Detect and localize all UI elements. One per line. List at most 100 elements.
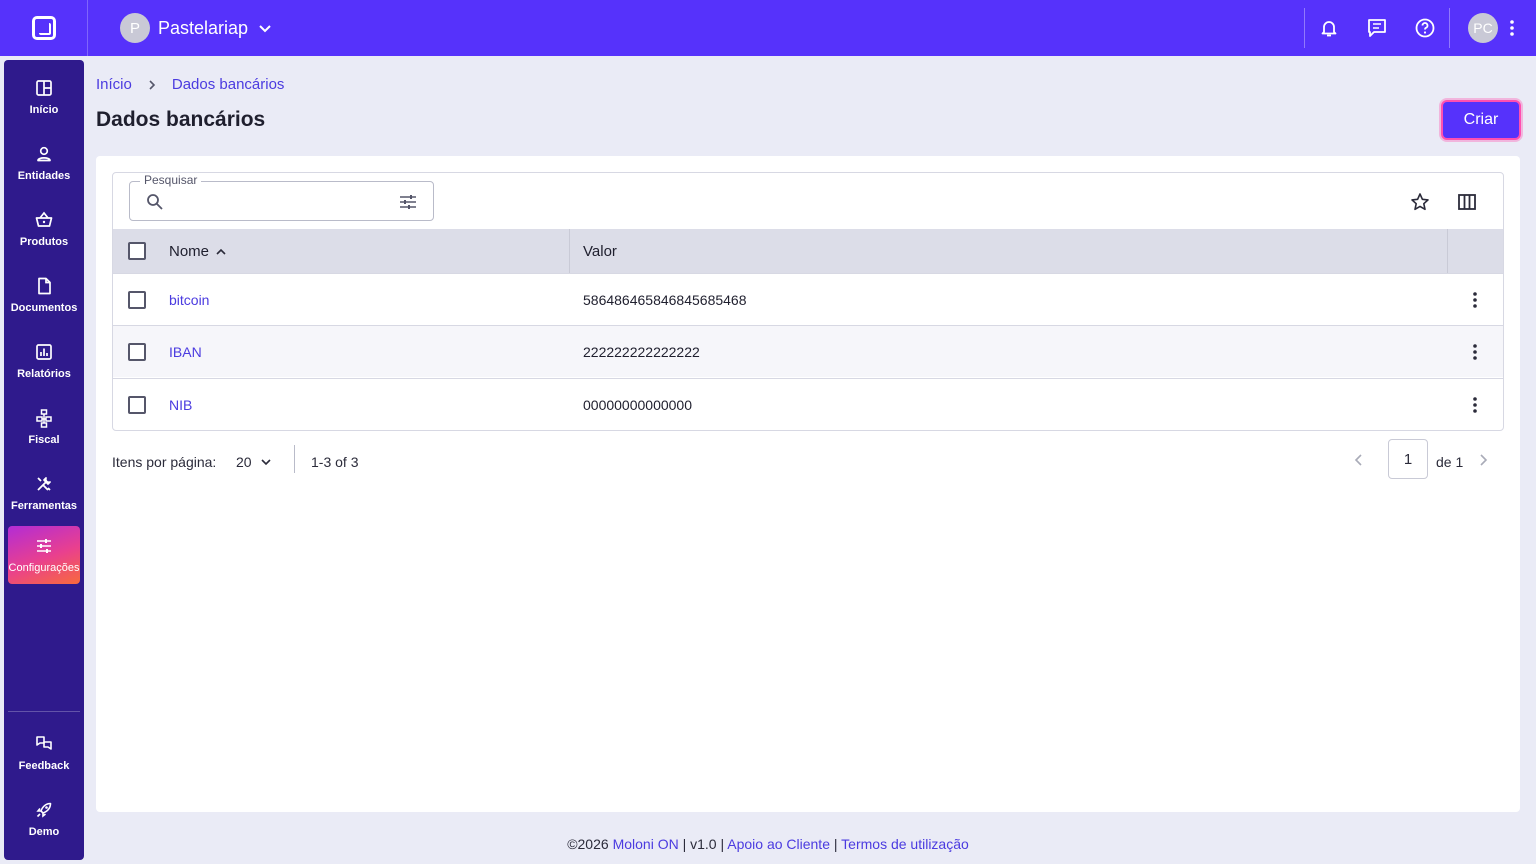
- messages-button[interactable]: [1353, 0, 1401, 56]
- person-icon: [37, 146, 51, 162]
- footer-separator: |: [682, 836, 687, 852]
- brand-link[interactable]: Moloni ON: [613, 836, 679, 852]
- company-selector[interactable]: P Pastelariap: [120, 13, 272, 43]
- row-value: 00000000000000: [583, 396, 693, 413]
- more-vertical-icon: [1510, 20, 1514, 36]
- sidebar-item-label: Feedback: [18, 760, 70, 772]
- document-icon: [38, 277, 51, 295]
- chevron-left-icon[interactable]: [1350, 451, 1368, 469]
- dashboard-icon: [36, 80, 52, 96]
- row-checkbox[interactable]: [128, 342, 146, 361]
- chevron-down-icon: [261, 459, 271, 466]
- footer-separator: |: [833, 836, 838, 852]
- row-value: 222222222222222: [583, 343, 700, 360]
- divider: [1447, 229, 1448, 273]
- row-name-link[interactable]: bitcoin: [169, 292, 209, 308]
- page-range: 1-3 of 3: [311, 454, 359, 470]
- chat-icon: [1368, 19, 1386, 37]
- user-avatar[interactable]: PC: [1468, 13, 1498, 43]
- pagination: Itens por página: 20 1-3 of 3 1 de 1: [112, 439, 1504, 483]
- footer-separator: |: [720, 836, 725, 852]
- row-checkbox[interactable]: [128, 290, 146, 309]
- row-value: 586486465846845685468: [583, 291, 747, 308]
- hierarchy-icon: [36, 409, 52, 428]
- chevron-right-icon: [149, 79, 155, 90]
- sidebar-divider: [8, 711, 80, 712]
- filter-icon[interactable]: [398, 192, 418, 212]
- sidebar-item-entidades[interactable]: Entidades: [8, 134, 80, 192]
- page-title: Dados bancários: [96, 108, 266, 131]
- help-icon: [1415, 18, 1435, 38]
- sidebar-item-fiscal[interactable]: Fiscal: [8, 398, 80, 456]
- feedback-icon: [36, 736, 52, 750]
- company-avatar: P: [120, 13, 150, 43]
- copyright: ©2026: [567, 836, 609, 852]
- sidebar-item-produtos[interactable]: Produtos: [8, 200, 80, 258]
- user-menu-button[interactable]: [1498, 20, 1526, 36]
- terms-link[interactable]: Termos de utilização: [841, 836, 969, 852]
- app-logo[interactable]: [0, 0, 88, 56]
- content-card: Pesquisar Nome Valor bitcoin 58648646584…: [96, 156, 1520, 812]
- divider: [569, 229, 570, 273]
- breadcrumb: Início Dados bancários: [96, 76, 284, 93]
- items-per-page-label: Itens por página:: [112, 454, 217, 470]
- columns-icon[interactable]: [1456, 191, 1478, 213]
- support-link[interactable]: Apoio ao Cliente: [727, 836, 830, 852]
- search-field[interactable]: Pesquisar: [129, 173, 434, 221]
- star-icon[interactable]: [1409, 191, 1431, 213]
- breadcrumb-home[interactable]: Início: [96, 76, 132, 93]
- sidebar-item-ferramentas[interactable]: Ferramentas: [8, 464, 80, 522]
- sidebar-item-label: Fiscal: [28, 434, 60, 446]
- page-total: de 1: [1436, 454, 1464, 470]
- search-label: Pesquisar: [140, 173, 202, 187]
- sidebar: Início Entidades Produtos Documentos Rel…: [4, 60, 84, 860]
- data-table: Pesquisar Nome Valor bitcoin 58648646584…: [112, 172, 1504, 431]
- sidebar-item-label: Documentos: [10, 302, 78, 314]
- basket-icon: [35, 211, 53, 227]
- rocket-icon: [36, 802, 52, 818]
- table-row[interactable]: bitcoin 586486465846845685468: [113, 273, 1503, 325]
- notifications-button[interactable]: [1305, 0, 1353, 56]
- sliders-icon: [37, 539, 51, 553]
- items-per-page-select[interactable]: 20: [236, 454, 272, 470]
- search-icon: [147, 194, 163, 210]
- more-vertical-icon[interactable]: [1465, 395, 1485, 415]
- sidebar-item-relatorios[interactable]: Relatórios: [8, 332, 80, 390]
- table-row[interactable]: NIB 00000000000000: [113, 378, 1503, 430]
- column-header-name[interactable]: Nome: [169, 243, 227, 260]
- logo-icon: [31, 16, 56, 40]
- tools-icon: [37, 477, 51, 491]
- help-button[interactable]: [1401, 0, 1449, 56]
- table-row[interactable]: IBAN 222222222222222: [113, 325, 1503, 377]
- sidebar-item-label: Início: [29, 104, 59, 116]
- bell-icon: [1321, 21, 1337, 37]
- top-bar: P Pastelariap PC: [0, 0, 1536, 56]
- table-header: Nome Valor: [113, 229, 1503, 273]
- sidebar-item-documentos[interactable]: Documentos: [8, 266, 80, 324]
- select-all-checkbox[interactable]: [128, 242, 146, 260]
- sidebar-item-configuracoes[interactable]: Configurações: [8, 526, 80, 584]
- page-input[interactable]: 1: [1388, 439, 1428, 479]
- sidebar-item-inicio[interactable]: Início: [8, 68, 80, 126]
- sidebar-item-feedback[interactable]: Feedback: [8, 724, 80, 782]
- row-name-link[interactable]: IBAN: [169, 344, 202, 360]
- divider: [1449, 8, 1450, 48]
- row-checkbox[interactable]: [128, 395, 146, 414]
- column-header-value[interactable]: Valor: [583, 243, 617, 260]
- sidebar-item-label: Entidades: [17, 170, 71, 182]
- sort-ascending-icon: [216, 248, 226, 255]
- sidebar-item-label: Configurações: [8, 562, 80, 574]
- chevron-right-icon[interactable]: [1474, 451, 1492, 469]
- more-vertical-icon[interactable]: [1465, 290, 1485, 310]
- chart-icon: [36, 344, 52, 360]
- create-button[interactable]: Criar: [1441, 100, 1521, 140]
- company-name: Pastelariap: [158, 17, 249, 38]
- row-name-link[interactable]: NIB: [169, 397, 192, 413]
- more-vertical-icon[interactable]: [1465, 342, 1485, 362]
- breadcrumb-current[interactable]: Dados bancários: [172, 76, 285, 93]
- sidebar-item-label: Produtos: [19, 236, 69, 248]
- footer: ©2026 Moloni ON | v1.0 | Apoio ao Client…: [0, 836, 1536, 852]
- sidebar-item-label: Relatórios: [17, 368, 71, 380]
- sidebar-item-label: Ferramentas: [10, 500, 78, 512]
- version: v1.0: [690, 836, 717, 852]
